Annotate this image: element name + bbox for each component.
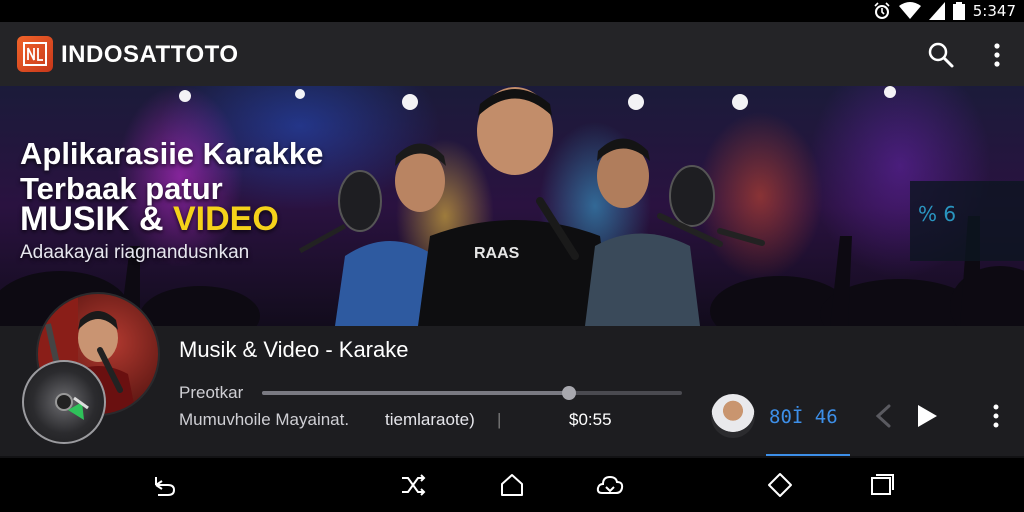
app-title: INDOSATTOTO: [61, 41, 239, 68]
previous-icon[interactable]: [872, 404, 894, 428]
hero-banner[interactable]: RAAS % 6 Aplikarasiie Karakke Terbaak pa…: [0, 86, 1024, 326]
banner-headline-line3: MUSIK & VIDEO: [20, 200, 279, 239]
track-time: $0:55: [569, 410, 612, 429]
avatar[interactable]: [711, 394, 755, 438]
active-tab-indicator: [766, 454, 850, 456]
home-icon[interactable]: [496, 469, 528, 501]
player-more-icon[interactable]: [986, 402, 1006, 430]
recents-icon[interactable]: [866, 469, 898, 501]
player-label: Preotkar: [179, 383, 244, 402]
banner-subline: Adaakayai riagnandusnkan: [20, 242, 250, 263]
seek-bar-thumb[interactable]: [561, 386, 576, 400]
banner-headline-musik: MUSIK &: [20, 200, 173, 238]
play-icon[interactable]: [914, 402, 940, 430]
brand-logo-icon[interactable]: [17, 36, 53, 72]
cloud-icon[interactable]: [594, 469, 626, 501]
app-bar: INDOSATTOTO: [0, 22, 1024, 86]
disc-icon: [22, 360, 106, 444]
alarm-icon: [874, 2, 890, 19]
banner-headline-video: VIDEO: [173, 200, 279, 238]
seek-bar-fill: [262, 391, 569, 395]
subtitle-separator: |: [497, 410, 502, 429]
signal-icon: [928, 2, 945, 20]
shuffle-icon[interactable]: [397, 469, 429, 501]
status-bar: 5:347: [0, 0, 1024, 22]
diamond-icon[interactable]: [764, 469, 796, 501]
shirt-text: RAAS: [474, 245, 520, 262]
track-title: Musik & Video - Karake: [179, 337, 409, 362]
play-counter[interactable]: 80İ 46: [769, 406, 838, 428]
system-nav-bar: [0, 458, 1024, 512]
wifi-icon: [898, 2, 921, 19]
search-icon[interactable]: [926, 40, 956, 70]
status-icons: 5:347: [873, 2, 1016, 20]
track-subtitle: Mumuvhoile Mayainat.: [179, 410, 350, 429]
more-vert-icon[interactable]: [985, 40, 1009, 70]
back-icon[interactable]: [148, 469, 180, 501]
banner-headline-line1: Aplikarasiie Karakke: [20, 136, 324, 171]
seek-bar[interactable]: [262, 386, 682, 400]
track-subtitle-secondary: tiemlaraote): [385, 410, 475, 429]
battery-icon: [952, 2, 965, 20]
svg-text:% 6: % 6: [918, 202, 956, 226]
status-time: 5:347: [972, 2, 1016, 20]
